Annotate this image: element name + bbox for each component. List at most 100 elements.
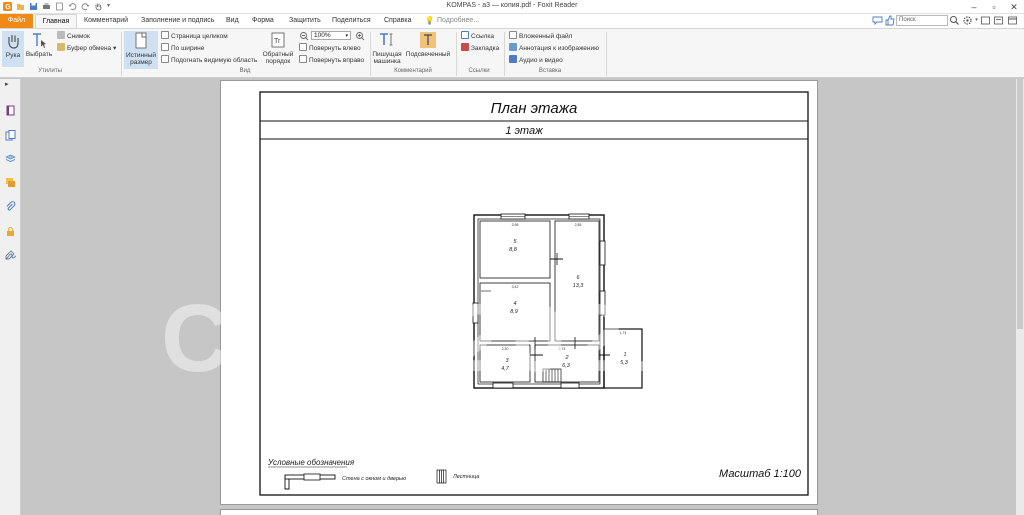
zoom-in-icon[interactable] bbox=[355, 31, 365, 41]
link-label: Ссылка bbox=[471, 33, 495, 40]
window-title: KOMPAS - а3 — копия.pdf - Foxit Reader bbox=[446, 2, 578, 9]
fit-visible-button[interactable]: Подогнать видимую область bbox=[161, 55, 257, 64]
select-label: Выбрать bbox=[25, 51, 53, 58]
tab-comment[interactable]: Комментарий bbox=[80, 14, 132, 28]
typewriter-button[interactable]: Пишущая машинка bbox=[372, 31, 402, 65]
fit-page-label: Страница целиком bbox=[171, 33, 228, 40]
speech-bubble-icon[interactable] bbox=[872, 15, 883, 26]
group-links-label: Ссылки bbox=[468, 68, 490, 74]
image-annotation-button[interactable]: Аннотация к изображению bbox=[509, 43, 599, 52]
image-annotation-label: Аннотация к изображению bbox=[519, 45, 599, 52]
search-icon[interactable] bbox=[949, 15, 960, 26]
audio-video-button[interactable]: Аудио и видео bbox=[509, 55, 563, 64]
pdf-next-page bbox=[220, 509, 818, 515]
menu-bar: Файл Главная Комментарий Заполнение и по… bbox=[0, 14, 1024, 28]
group-utilities-label: Утилиты bbox=[38, 68, 62, 74]
scale-label: Масштаб 1:100 bbox=[719, 468, 802, 480]
dim-label: 2,74 bbox=[559, 347, 566, 351]
actual-size-label-1: Истинный bbox=[125, 52, 156, 59]
attach-file-button[interactable]: Вложенный файл bbox=[509, 31, 572, 40]
actual-size-label-2: размер bbox=[130, 59, 152, 66]
fit-page-button[interactable]: Страница целиком bbox=[161, 31, 228, 40]
tab-form[interactable]: Форма bbox=[248, 14, 278, 28]
pages-icon[interactable] bbox=[5, 105, 16, 116]
tab-view[interactable]: Вид bbox=[222, 14, 243, 28]
link-icon bbox=[461, 31, 469, 39]
vertical-scrollbar[interactable] bbox=[1016, 79, 1024, 515]
ribbon-options-icon[interactable] bbox=[1007, 15, 1018, 26]
dimension-labels: 3,98 2,85 3,42 2,30 2,74 1,74 bbox=[502, 223, 627, 351]
document-viewport[interactable]: План этажа 1 этаж 5 8,8 6 13,3 4 8,9 3 4… bbox=[21, 79, 1016, 515]
tab-home[interactable]: Главная bbox=[35, 14, 77, 28]
tell-me-box[interactable]: Подробнее... bbox=[433, 14, 483, 28]
tab-share[interactable]: Поделиться bbox=[328, 14, 375, 28]
reverse-order-button[interactable]: Tr Обратный порядок bbox=[262, 31, 294, 65]
thumbs-up-icon[interactable] bbox=[884, 15, 895, 26]
zoom-dropdown-icon: ▾ bbox=[345, 33, 348, 39]
select-button[interactable]: Выбрать bbox=[25, 31, 53, 58]
rotate-right-label: Повернуть вправо bbox=[309, 57, 365, 64]
typewriter-icon bbox=[380, 33, 393, 46]
plan-title: План этажа bbox=[491, 100, 578, 117]
room-5-number: 5 bbox=[513, 239, 517, 245]
clipboard-icon bbox=[57, 43, 65, 51]
close-button[interactable]: ✕ bbox=[1004, 0, 1024, 14]
rotate-left-label: Повернуть влево bbox=[309, 45, 361, 52]
hand-button[interactable]: Рука bbox=[2, 31, 24, 67]
ribbon-separator bbox=[370, 32, 371, 76]
scrollbar-thumb[interactable] bbox=[1017, 79, 1023, 329]
bookmark-button[interactable]: Закладка bbox=[461, 43, 499, 52]
restore-ribbon-icon[interactable] bbox=[980, 15, 991, 26]
maximize-button[interactable]: ▫ bbox=[984, 0, 1004, 14]
zoom-level-select[interactable]: 100% ▾ bbox=[311, 31, 351, 40]
clipboard-label: Буфер обмена bbox=[67, 45, 112, 52]
highlight-button[interactable]: Подсвеченный bbox=[404, 31, 452, 58]
room-6-area: 13,3 bbox=[573, 283, 585, 289]
actual-size-icon bbox=[135, 32, 147, 49]
rotate-left-button[interactable]: Повернуть влево bbox=[299, 43, 361, 52]
security-lock-icon[interactable] bbox=[5, 226, 16, 237]
fit-page-icon bbox=[161, 31, 169, 39]
ribbon-separator bbox=[606, 32, 607, 76]
link-button[interactable]: Ссылка bbox=[461, 31, 494, 40]
select-text-icon bbox=[33, 33, 46, 48]
room-6-number: 6 bbox=[576, 275, 580, 281]
tab-protect[interactable]: Защитить bbox=[285, 14, 325, 28]
layers-icon[interactable] bbox=[5, 153, 16, 164]
room-5-area: 8,8 bbox=[509, 247, 518, 253]
search-input[interactable]: Поиск bbox=[896, 15, 948, 26]
minimize-button[interactable]: – bbox=[964, 0, 984, 14]
drawing-frame bbox=[259, 91, 809, 496]
attach-file-label: Вложенный файл bbox=[519, 33, 573, 40]
actual-size-button[interactable]: Истинный размер bbox=[124, 31, 158, 69]
signatures-icon[interactable] bbox=[5, 250, 16, 261]
rotate-right-icon bbox=[299, 55, 307, 63]
expand-panel-icon[interactable]: ▸ bbox=[5, 80, 16, 91]
ribbon-separator bbox=[121, 32, 122, 76]
foxit-reader-window: G ▾ KOMPAS - а3 — копия.pdf - Foxit Read… bbox=[0, 0, 1024, 515]
clipboard-button[interactable]: Буфер обмена ▾ bbox=[57, 43, 116, 52]
comments-icon[interactable] bbox=[5, 177, 16, 188]
snapshot-button[interactable]: Снимок bbox=[57, 31, 90, 40]
ribbon-separator bbox=[456, 32, 457, 76]
hand-icon bbox=[8, 35, 19, 49]
collapse-ribbon-icon[interactable] bbox=[993, 15, 1004, 26]
typewriter-label-2: машинка bbox=[373, 58, 401, 65]
fit-visible-icon bbox=[161, 55, 169, 63]
rotate-right-button[interactable]: Повернуть вправо bbox=[299, 55, 364, 64]
room-4-number: 4 bbox=[513, 301, 516, 307]
snapshot-label: Снимок bbox=[67, 33, 90, 40]
fit-visible-label: Подогнать видимую область bbox=[171, 57, 258, 64]
room-2-number: 2 bbox=[564, 355, 568, 361]
thumbnails-icon[interactable] bbox=[5, 130, 16, 141]
tab-file[interactable]: Файл bbox=[0, 14, 33, 28]
fit-width-button[interactable]: По ширине bbox=[161, 43, 204, 52]
reverse-order-icon: Tr bbox=[271, 32, 285, 48]
rotate-left-icon bbox=[299, 43, 307, 51]
room-6-outline bbox=[554, 220, 600, 342]
room-2-area: 6,3 bbox=[562, 363, 571, 369]
tab-fill-sign[interactable]: Заполнение и подпись bbox=[137, 14, 218, 28]
zoom-out-icon[interactable] bbox=[299, 31, 309, 41]
attachments-icon[interactable] bbox=[5, 201, 16, 212]
tab-help[interactable]: Справка bbox=[380, 14, 415, 28]
